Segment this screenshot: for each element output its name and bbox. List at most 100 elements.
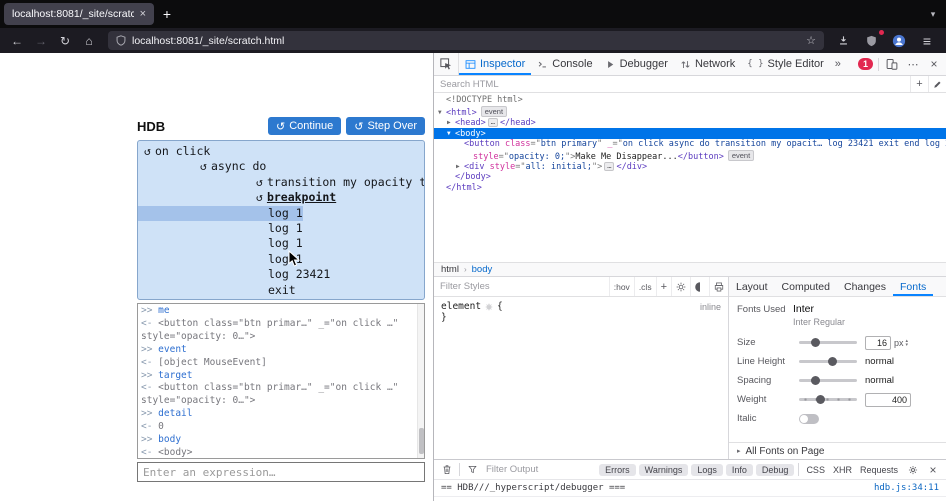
italic-toggle[interactable] [799, 414, 819, 424]
markup-line[interactable]: <button class="btn primary" _="on click … [434, 139, 946, 150]
line-height-slider[interactable] [799, 360, 857, 363]
code-line[interactable]: log 1 [138, 206, 424, 221]
weight-value-input[interactable]: 400 [865, 393, 911, 407]
clear-console-trash-icon[interactable] [439, 462, 455, 478]
spacing-slider[interactable] [799, 379, 857, 382]
add-rule-button[interactable]: + [656, 277, 671, 296]
pseudo-class-button[interactable]: :hov [609, 277, 634, 296]
code-line[interactable]: ↺async do [138, 159, 424, 174]
filter-warnings[interactable]: Warnings [639, 464, 689, 476]
menu-icon[interactable]: ≡ [916, 31, 938, 50]
devtools-tab-console[interactable]: Console [531, 53, 598, 75]
expression-input[interactable] [137, 462, 425, 482]
markup-line[interactable]: </html> [434, 183, 946, 194]
sidebar-tab-changes[interactable]: Changes [837, 277, 893, 296]
console-log-row[interactable]: == HDB///_hyperscript/debugger === hdb.j… [434, 480, 946, 497]
account-icon[interactable] [888, 31, 910, 50]
markup-line[interactable]: ▼<body> [434, 128, 946, 139]
devtools-close-icon[interactable]: × [926, 56, 942, 72]
code-line[interactable]: log 1 [138, 252, 424, 267]
scrollbar-thumb[interactable] [419, 428, 424, 454]
style-filter-input[interactable] [434, 281, 609, 292]
sidebar-tab-layout[interactable]: Layout [729, 277, 775, 296]
forward-button[interactable]: → [30, 31, 52, 50]
edit-html-pencil-icon[interactable] [928, 76, 946, 92]
code-line[interactable]: log 1 [138, 236, 424, 251]
event-badge[interactable]: event [728, 150, 754, 161]
twisty-icon[interactable]: ▼ [447, 128, 455, 139]
code-line[interactable]: ↺on click [138, 144, 424, 159]
twisty-icon[interactable]: ▼ [438, 107, 446, 118]
markup-line[interactable]: ▶<div style="all: initial;">…</div> [434, 161, 946, 172]
download-icon[interactable] [832, 31, 854, 50]
markup-line[interactable]: </body> [434, 172, 946, 183]
rule-gear-icon[interactable] [485, 303, 493, 311]
size-slider[interactable] [799, 341, 857, 344]
error-count-badge[interactable]: 1 [858, 58, 873, 70]
event-badge[interactable]: event [481, 106, 507, 117]
hdb-console-scrollbar[interactable] [417, 304, 424, 458]
console-close-icon[interactable]: × [925, 462, 941, 478]
markup-line[interactable]: ▼<html>event [434, 106, 946, 117]
continue-button[interactable]: ↺ Continue [268, 117, 341, 135]
filter-info[interactable]: Info [726, 464, 753, 476]
font-family-name[interactable]: Inter [793, 303, 845, 315]
filter-requests[interactable]: Requests [857, 464, 901, 476]
code-line[interactable]: log 23421 [138, 267, 424, 282]
weight-slider[interactable] [799, 398, 857, 401]
devtools-tab-inspector[interactable]: Inspector [459, 53, 531, 75]
filter-errors[interactable]: Errors [599, 464, 636, 476]
responsive-design-icon[interactable] [884, 56, 900, 72]
devtools-tab-style-editor[interactable]: { }Style Editor [741, 53, 830, 75]
tab-close-icon[interactable]: × [140, 8, 146, 20]
twisty-icon[interactable]: ▶ [456, 161, 464, 172]
markup-line[interactable]: <!DOCTYPE html> [434, 95, 946, 106]
size-value-input[interactable]: 16 [865, 336, 891, 350]
devtools-menu-icon[interactable]: ⋯ [905, 56, 921, 72]
back-button[interactable]: ← [6, 31, 28, 50]
class-toggle-button[interactable]: .cls [634, 277, 656, 296]
log-source-link[interactable]: hdb.js:34:11 [874, 483, 939, 493]
filter-xhr[interactable]: XHR [830, 464, 855, 476]
all-fonts-section[interactable]: ▸ All Fonts on Page [729, 442, 946, 459]
markup-line[interactable]: ▶<head>…</head> [434, 117, 946, 128]
sidebar-tab-computed[interactable]: Computed [775, 277, 837, 296]
rule-source-label[interactable]: inline [700, 302, 721, 312]
bookmark-star-icon[interactable]: ☆ [806, 34, 816, 47]
markup-line[interactable]: style="opacity: 0;">Make Me Disappear...… [434, 150, 946, 161]
site-shield-icon[interactable] [116, 35, 126, 46]
code-line[interactable]: ↺transition my opacity to 0 [138, 175, 424, 190]
devtools-tab-debugger[interactable]: Debugger [599, 53, 674, 75]
breadcrumb-html[interactable]: html [441, 264, 459, 275]
html-search-input[interactable] [434, 76, 910, 92]
step-over-button[interactable]: ↺ Step Over [346, 117, 425, 135]
light-scheme-icon[interactable] [671, 277, 690, 296]
browser-tab[interactable]: localhost:8081/_site/scratch.html × [4, 3, 154, 25]
console-settings-gear-icon[interactable] [905, 462, 921, 478]
print-simulation-icon[interactable] [709, 277, 728, 296]
pick-element-button[interactable] [434, 53, 459, 75]
list-tabs-icon[interactable]: ▾ [920, 9, 946, 20]
devtools-tab-network[interactable]: Network [674, 53, 741, 75]
dark-scheme-icon[interactable] [690, 277, 709, 296]
code-line[interactable]: log 1 [138, 221, 424, 236]
url-bar[interactable]: localhost:8081/_site/scratch.html ☆ [108, 31, 824, 50]
add-node-button[interactable]: + [910, 76, 928, 92]
expand-twisty-icon[interactable]: ▸ [737, 447, 741, 455]
more-tools-button[interactable]: » [830, 53, 846, 75]
code-line[interactable]: exit [138, 283, 424, 298]
url-text[interactable]: localhost:8081/_site/scratch.html [132, 35, 800, 47]
rule-element-selector[interactable]: element [441, 301, 481, 312]
filter-debug[interactable]: Debug [756, 464, 795, 476]
filter-logs[interactable]: Logs [691, 464, 723, 476]
twisty-icon[interactable]: ▶ [447, 117, 455, 128]
new-tab-button[interactable]: + [154, 6, 180, 22]
home-button[interactable]: ⌂ [78, 31, 100, 50]
code-line[interactable]: ↺breakpoint [138, 190, 424, 205]
filter-output-input[interactable] [484, 463, 588, 476]
breadcrumb-body[interactable]: body [472, 264, 493, 275]
filter-css[interactable]: CSS [803, 464, 828, 476]
reload-button[interactable]: ↻ [54, 31, 76, 50]
sidebar-tab-fonts[interactable]: Fonts [893, 277, 933, 296]
protection-shield-icon[interactable] [860, 31, 882, 50]
